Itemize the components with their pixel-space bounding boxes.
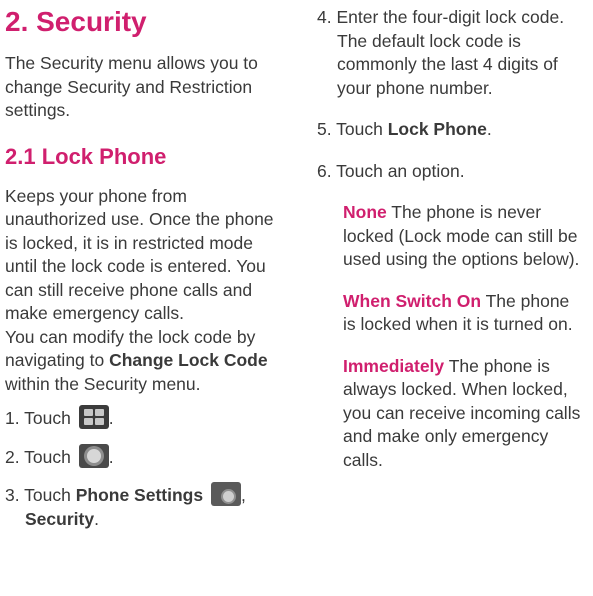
security-label: Security (25, 508, 95, 529)
change-lock-code-label: Change Lock Code (109, 350, 268, 370)
step-5: 5. Touch Lock Phone. (317, 119, 492, 139)
modify-lock-code-note: You can modify the lock code by navigati… (5, 326, 268, 394)
option-name: When Switch On (343, 290, 482, 311)
option-none: None The phone is never locked (Lock mod… (343, 202, 580, 269)
option-name: Immediately (343, 355, 445, 376)
lock-phone-label: Lock Phone (387, 119, 487, 139)
option-when-switch-on: When Switch On The phone is locked when … (343, 290, 573, 335)
section-intro: The Security menu allows you to change S… (5, 53, 258, 120)
step-3: 3. Touch Phone Settings , Security. (5, 482, 283, 531)
lock-phone-description: Keeps your phone from unauthorized use. … (5, 185, 274, 324)
step-4: 4. Enter the four-digit lock code. The d… (317, 7, 565, 98)
menu-grid-icon (78, 405, 109, 429)
step-1: 1. Touch . (5, 405, 283, 431)
phone-settings-icon (210, 482, 241, 506)
step-2: 2. Touch . (5, 443, 283, 470)
settings-gear-icon (78, 443, 109, 468)
right-column: 4. Enter the four-digit lock code. The d… (317, 0, 585, 472)
option-immediately: Immediately The phone is always locked. … (343, 355, 581, 470)
subsection-title: 2.1 Lock Phone (5, 143, 167, 169)
phone-settings-label: Phone Settings (75, 485, 204, 505)
option-name: None (343, 202, 387, 222)
left-column: 2. Security The Security menu allows you… (5, 0, 283, 531)
section-title: 2. Security (5, 6, 147, 37)
step-6: 6. Touch an option. (317, 160, 465, 181)
